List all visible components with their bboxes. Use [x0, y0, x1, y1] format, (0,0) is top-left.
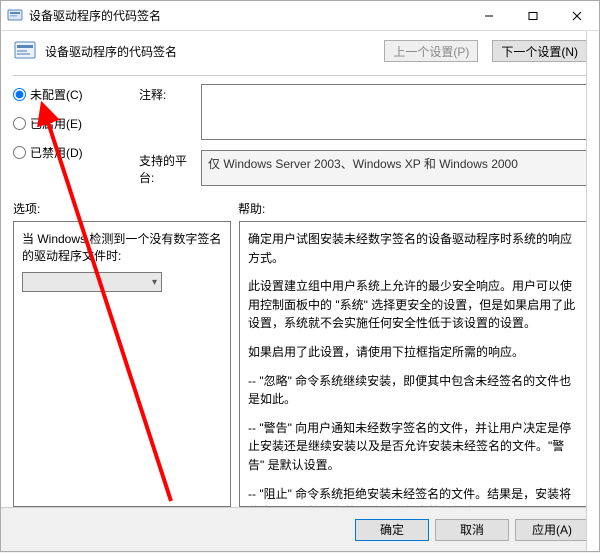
radio-disabled-input[interactable]	[13, 146, 26, 159]
radio-not-configured[interactable]: 未配置(C)	[13, 86, 133, 103]
help-label: 帮助:	[238, 200, 265, 217]
help-paragraph: 此设置建立组中用户系统上允许的最少安全响应。用户可以使用控制面板中的 "系统" …	[248, 277, 578, 333]
lower-panels: 当 Windows 检测到一个没有数字签名的驱动程序文件时: ▾ 确定用户试图安…	[13, 221, 587, 507]
help-panel: 确定用户试图安装未经数字签名的设备驱动程序时系统的响应方式。此设置建立组中用户系…	[239, 221, 587, 507]
signing-response-dropdown[interactable]: ▾	[22, 272, 162, 292]
next-setting-button[interactable]: 下一个设置(N)	[492, 40, 587, 62]
footer: 确定 取消 应用(A)	[1, 507, 599, 551]
maximize-button[interactable]	[511, 1, 555, 30]
help-paragraph: -- "警告" 向用户通知未经数字签名的文件，并让用户决定是停止安装还是继续安装…	[248, 419, 578, 475]
radio-disabled[interactable]: 已禁用(D)	[13, 144, 133, 161]
platform-text: 仅 Windows Server 2003、Windows XP 和 Windo…	[201, 150, 587, 186]
help-paragraph: 确定用户试图安装未经数字签名的设备驱动程序时系统的响应方式。	[248, 230, 578, 267]
prev-setting-button[interactable]: 上一个设置(P)	[384, 40, 478, 62]
options-desc: 当 Windows 检测到一个没有数字签名的驱动程序文件时:	[22, 230, 222, 264]
ok-button[interactable]: 确定	[355, 519, 429, 541]
app-icon	[7, 8, 23, 24]
comment-label: 注释:	[139, 84, 199, 140]
header-row: 设备驱动程序的代码签名 上一个设置(P) 下一个设置(N)	[13, 39, 587, 63]
divider	[13, 75, 587, 76]
radio-enabled-input[interactable]	[13, 117, 26, 130]
section-labels: 选项: 帮助:	[13, 200, 587, 217]
config-area: 未配置(C) 已启用(E) 已禁用(D) 注释: 支持的平台: 仅 Window…	[13, 84, 587, 186]
help-paragraph: -- "忽略" 命令系统继续安装，即便其中包含未经签名的文件也是如此。	[248, 372, 578, 409]
page-title: 设备驱动程序的代码签名	[45, 43, 370, 60]
radio-enabled-label[interactable]: 已启用(E)	[30, 115, 82, 132]
options-label: 选项:	[13, 200, 238, 217]
dialog-window: 设备驱动程序的代码签名 设备驱动程序的代码签名	[0, 0, 600, 552]
apply-button[interactable]: 应用(A)	[515, 519, 589, 541]
chevron-down-icon: ▾	[152, 277, 157, 288]
radio-disabled-label[interactable]: 已禁用(D)	[30, 144, 83, 161]
comment-textarea[interactable]	[201, 84, 587, 140]
titlebar: 设备驱动程序的代码签名	[1, 1, 599, 31]
policy-icon	[13, 39, 37, 63]
platform-label: 支持的平台:	[139, 150, 199, 186]
background-sliver	[586, 31, 599, 551]
options-panel: 当 Windows 检测到一个没有数字签名的驱动程序文件时: ▾	[13, 221, 231, 507]
close-button[interactable]	[555, 1, 599, 30]
radio-enabled[interactable]: 已启用(E)	[13, 115, 133, 132]
radio-not-configured-input[interactable]	[13, 88, 26, 101]
window-title: 设备驱动程序的代码签名	[29, 7, 467, 24]
help-paragraph: 如果启用了此设置，请使用下拉框指定所需的响应。	[248, 343, 578, 362]
cancel-button[interactable]: 取消	[435, 519, 509, 541]
minimize-button[interactable]	[467, 1, 511, 30]
radio-group: 未配置(C) 已启用(E) 已禁用(D)	[13, 84, 133, 161]
content-area: 设备驱动程序的代码签名 上一个设置(P) 下一个设置(N) 未配置(C) 已启用…	[1, 31, 599, 507]
window-buttons	[467, 1, 599, 30]
radio-not-configured-label[interactable]: 未配置(C)	[30, 86, 83, 103]
help-paragraph: -- "阻止" 命令系统拒绝安装未经签名的文件。结果是，安装将停止，而且将不安装…	[248, 485, 578, 507]
